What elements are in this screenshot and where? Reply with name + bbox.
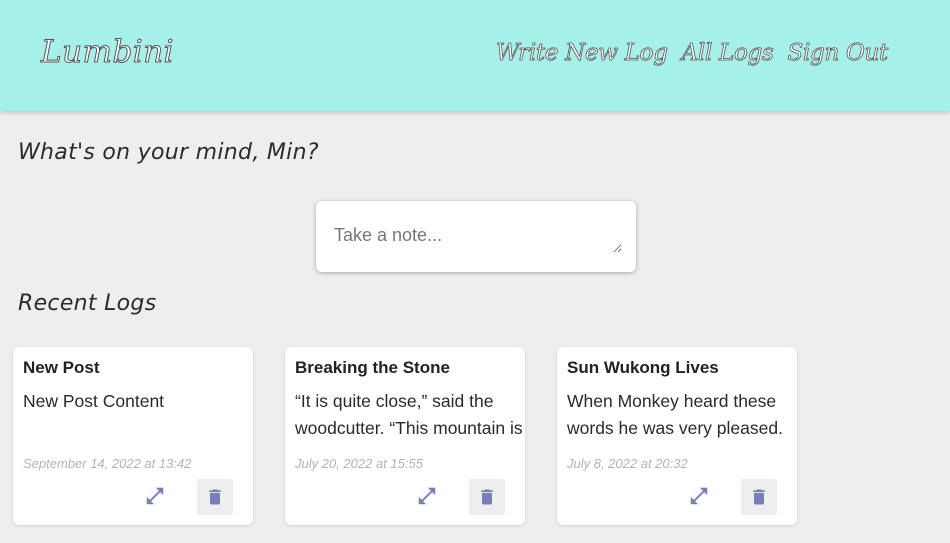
log-card: New Post New Post Content September 14, …	[13, 347, 253, 525]
expand-button[interactable]	[141, 480, 169, 512]
trash-icon	[209, 489, 221, 505]
note-input-card	[316, 201, 636, 272]
expand-icon	[418, 487, 436, 505]
app-header: Lumbini Write New Log All Logs Sign Out	[0, 0, 950, 111]
brand-logo[interactable]: Lumbini	[40, 34, 174, 71]
log-card: Sun Wukong Lives When Monkey heard these…	[557, 347, 797, 525]
log-card-date: September 14, 2022 at 13:42	[23, 456, 192, 471]
log-card-body: New Post Content	[23, 391, 165, 411]
expand-icon	[690, 487, 708, 505]
nav-all-logs[interactable]: All Logs	[681, 40, 774, 67]
log-card-date: July 20, 2022 at 15:55	[295, 456, 423, 471]
greeting-prompt: What's on your mind, Min?	[18, 140, 319, 165]
expand-button[interactable]	[685, 480, 713, 512]
expand-button[interactable]	[413, 480, 441, 512]
log-card-title: Breaking the Stone	[295, 358, 450, 377]
log-card-date: July 8, 2022 at 20:32	[567, 456, 688, 471]
note-input[interactable]	[330, 221, 622, 253]
delete-button[interactable]	[741, 479, 777, 515]
log-card-title: Sun Wukong Lives	[567, 358, 719, 377]
main-nav: Write New Log All Logs Sign Out	[495, 40, 889, 67]
log-card-title: New Post	[23, 358, 100, 377]
trash-icon	[481, 489, 493, 505]
log-card-body: “It is quite close,” said the woodcutter…	[295, 391, 523, 438]
trash-icon	[753, 489, 765, 505]
log-card-body: When Monkey heard these words he was ver…	[567, 391, 783, 438]
delete-button[interactable]	[197, 479, 233, 515]
nav-sign-out[interactable]: Sign Out	[787, 40, 889, 67]
delete-button[interactable]	[469, 479, 505, 515]
recent-logs-heading: Recent Logs	[18, 291, 157, 316]
log-card: Breaking the Stone “It is quite close,” …	[285, 347, 525, 525]
expand-icon	[146, 487, 164, 505]
nav-write-new-log[interactable]: Write New Log	[495, 40, 668, 67]
